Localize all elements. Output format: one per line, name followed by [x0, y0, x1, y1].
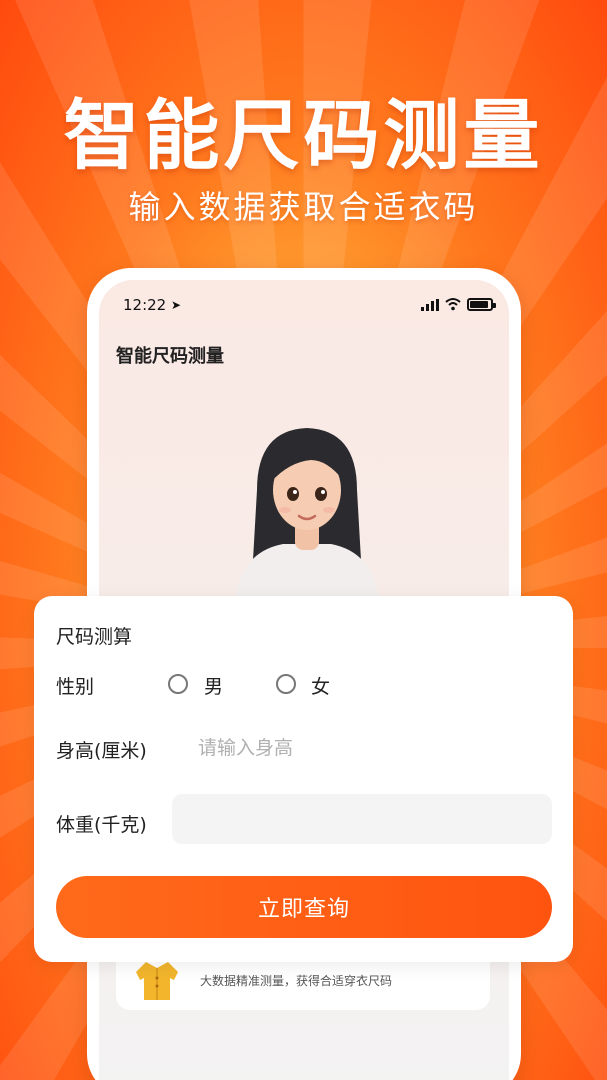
location-arrow-icon: ➤	[171, 298, 182, 312]
status-bar: 12:22 ➤	[99, 294, 509, 318]
coat-icon	[136, 962, 178, 1000]
gender-radio-female[interactable]	[276, 674, 296, 694]
avatar-illustration	[235, 428, 379, 600]
wifi-icon	[445, 298, 461, 311]
height-label: 身高(厘米)	[56, 740, 147, 762]
promo-subtitle: 输入数据获取合适衣码	[128, 188, 479, 226]
query-button[interactable]: 立即查询	[56, 876, 552, 938]
height-input[interactable]	[184, 728, 554, 768]
gender-option-male-label[interactable]: 男	[204, 672, 223, 699]
status-time: 12:22	[123, 296, 167, 314]
weight-label: 体重(千克)	[56, 814, 147, 836]
gender-option-female-label[interactable]: 女	[311, 672, 330, 699]
info-text: 大数据精准测量，获得合适穿衣尺码	[200, 974, 393, 988]
form-title: 尺码测算	[56, 626, 133, 648]
screen-title: 智能尺码测量	[116, 346, 224, 367]
weight-input[interactable]	[172, 794, 552, 844]
size-form-card: 尺码测算 性别 男 女 身高(厘米) 体重(千克) 立即查询	[34, 596, 573, 962]
gender-label: 性别	[56, 676, 95, 698]
signal-icon	[421, 299, 439, 311]
promo-title: 智能尺码测量	[63, 91, 544, 180]
battery-icon	[467, 298, 496, 311]
gender-radio-male[interactable]	[168, 674, 188, 694]
